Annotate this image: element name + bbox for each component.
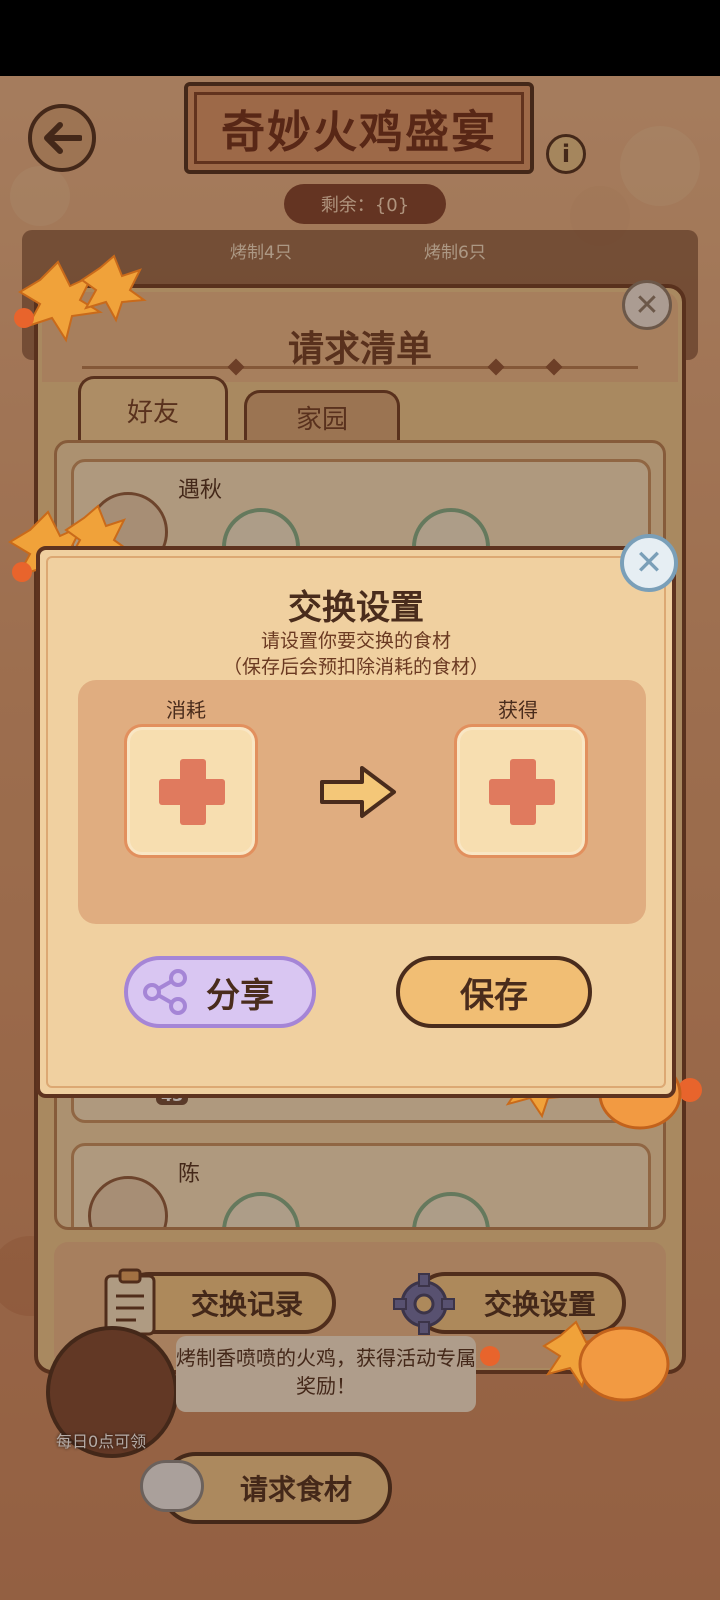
gain-item-slot[interactable] [454, 724, 588, 858]
dialog-description: 请设置你要交换的食材 [260, 630, 451, 652]
exchange-settings-dialog: 交换设置 请设置你要交换的食材 （保存后会预扣除消耗的食材） 消耗 获得 分享 … [36, 546, 676, 1098]
gain-label: 获得 [498, 698, 538, 722]
save-button[interactable]: 保存 [396, 956, 592, 1028]
close-dialog-button[interactable]: ✕ [620, 534, 678, 592]
dialog-description: （保存后会预扣除消耗的食材） [222, 656, 489, 678]
consume-label: 消耗 [166, 698, 206, 722]
consume-item-slot[interactable] [124, 724, 258, 858]
button-label: 保存 [460, 975, 528, 1016]
share-icon [143, 969, 187, 1015]
arrow-right-icon [320, 766, 396, 818]
close-icon: ✕ [634, 543, 664, 583]
button-label: 分享 [206, 975, 274, 1016]
exchange-area: 消耗 获得 [78, 680, 646, 924]
status-bar [0, 0, 720, 76]
dialog-title: 交换设置 [288, 588, 424, 628]
share-button[interactable]: 分享 [124, 956, 316, 1028]
